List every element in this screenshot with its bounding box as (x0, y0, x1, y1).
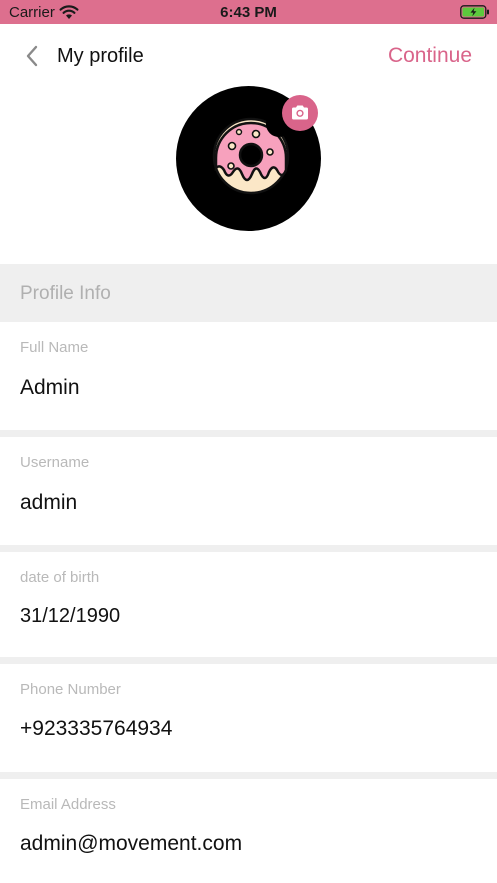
status-bar: Carrier 6:43 PM (0, 0, 497, 24)
divider (0, 657, 497, 664)
battery-charging-icon (460, 5, 489, 19)
change-photo-button[interactable] (282, 95, 318, 131)
date-of-birth-input[interactable]: 31/12/1990 (20, 605, 120, 628)
camera-icon (292, 105, 308, 120)
divider (0, 430, 497, 437)
email-address-label: Email Address (20, 796, 116, 813)
date-of-birth-label: date of birth (20, 569, 100, 586)
continue-button[interactable]: Continue (388, 44, 472, 68)
status-time: 6:43 PM (220, 4, 277, 21)
email-address-field[interactable]: Email Address admin@movement.com (0, 779, 497, 883)
nav-bar: My profile Continue (0, 24, 497, 88)
section-title: Profile Info (20, 283, 111, 304)
username-input[interactable]: admin (20, 491, 77, 515)
phone-number-label: Phone Number (20, 681, 121, 698)
phone-number-input[interactable]: +923335764934 (20, 717, 172, 741)
username-label: Username (20, 454, 90, 471)
email-address-input[interactable]: admin@movement.com (20, 832, 242, 856)
page-title: My profile (57, 45, 144, 67)
full-name-field[interactable]: Full Name Admin (0, 322, 497, 430)
divider (0, 545, 497, 552)
phone-number-field[interactable]: Phone Number +923335764934 (0, 664, 497, 772)
chevron-left-icon[interactable] (18, 42, 46, 70)
divider (0, 772, 497, 779)
username-field[interactable]: Username admin (0, 437, 497, 545)
date-of-birth-field[interactable]: date of birth 31/12/1990 (0, 552, 497, 657)
section-header: Profile Info (0, 264, 497, 322)
full-name-input[interactable]: Admin (20, 376, 80, 400)
full-name-label: Full Name (20, 339, 89, 356)
